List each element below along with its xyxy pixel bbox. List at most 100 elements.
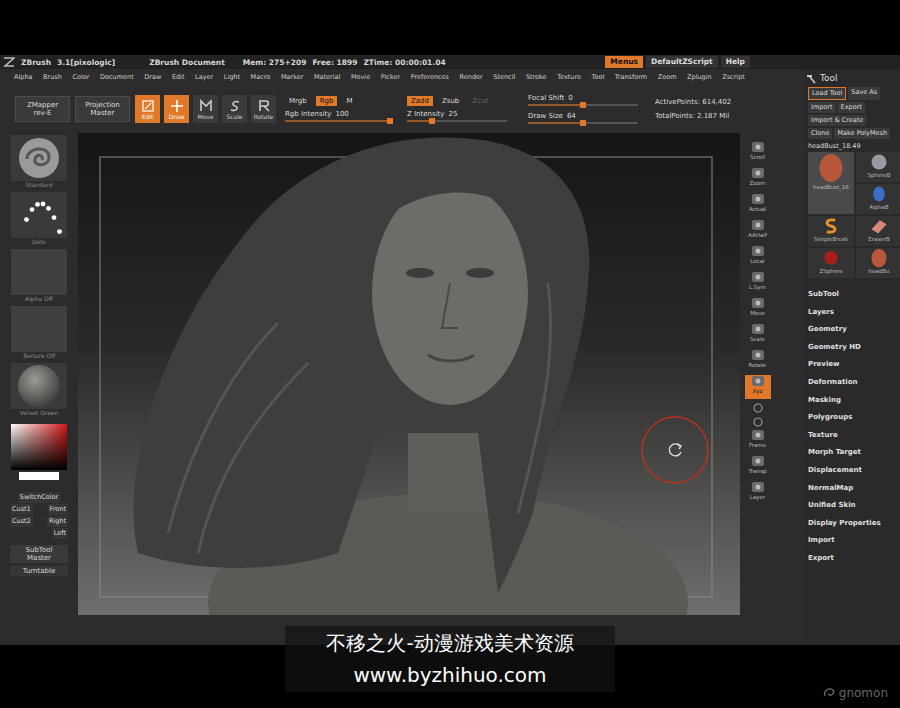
view-button[interactable]: Zoom bbox=[745, 167, 771, 191]
projection-master-button[interactable]: ProjectionMaster bbox=[75, 96, 130, 122]
view-button[interactable]: Rotate bbox=[745, 349, 771, 373]
tool-thumb[interactable]: headBu bbox=[856, 248, 900, 278]
tool-button[interactable]: Clone bbox=[808, 128, 832, 139]
z-toggle[interactable]: Zcut bbox=[468, 96, 492, 106]
tool-header[interactable]: Tool bbox=[805, 69, 900, 87]
left-thumb[interactable]: Velvet Green bbox=[11, 363, 67, 417]
view-button[interactable]: L.Sym bbox=[745, 271, 771, 295]
view-button[interactable]: Xyz bbox=[745, 375, 771, 399]
menu-item[interactable]: Marker bbox=[281, 73, 303, 81]
z-intensity-slider[interactable]: Z Intensity25 bbox=[407, 110, 507, 122]
brush-slider[interactable]: Draw Size64 bbox=[528, 112, 638, 124]
tool-thumb[interactable]: headBust_18 bbox=[808, 152, 854, 214]
menu-item[interactable]: Edit bbox=[172, 73, 185, 81]
tool-section[interactable]: Displacement bbox=[805, 462, 900, 480]
tool-section[interactable]: Geometry bbox=[805, 321, 900, 339]
left-button[interactable]: Cust2 bbox=[10, 516, 33, 527]
menu-item[interactable]: Render bbox=[460, 73, 483, 81]
mode-button[interactable]: Edit bbox=[135, 95, 160, 123]
menu-item[interactable]: Texture bbox=[557, 73, 581, 81]
title-button[interactable]: Help bbox=[721, 56, 750, 68]
rgb-toggle[interactable]: Mrgb bbox=[285, 96, 311, 106]
menu-item[interactable]: Zplugin bbox=[687, 73, 712, 81]
mode-button[interactable]: Scale bbox=[222, 95, 247, 123]
menu-item[interactable]: Stencil bbox=[493, 73, 515, 81]
tool-section[interactable]: Geometry HD bbox=[805, 339, 900, 357]
tool-button[interactable]: Make PolyMesh bbox=[834, 128, 890, 139]
title-button[interactable]: Menus bbox=[605, 56, 643, 68]
tool-button[interactable]: Save As bbox=[848, 87, 880, 100]
zmapper-button[interactable]: ZMapperrev-E bbox=[15, 96, 70, 122]
menu-item[interactable]: Light bbox=[224, 73, 240, 81]
color-picker[interactable] bbox=[10, 424, 68, 480]
menu-item[interactable]: Movie bbox=[351, 73, 370, 81]
left-thumb[interactable]: Alpha Off bbox=[11, 249, 67, 303]
menu-item[interactable]: Macro bbox=[251, 73, 271, 81]
subtool-master-button[interactable]: SubToolMaster bbox=[10, 545, 68, 563]
menu-item[interactable]: Material bbox=[314, 73, 340, 81]
tool-section[interactable]: NormalMap bbox=[805, 480, 900, 498]
view-button[interactable]: Scale bbox=[745, 323, 771, 347]
tool-section[interactable]: Deformation bbox=[805, 374, 900, 392]
tool-button[interactable]: Export bbox=[838, 102, 865, 113]
view-button[interactable]: Layer bbox=[745, 481, 771, 505]
rgb-toggle[interactable]: Rgb bbox=[316, 96, 338, 106]
left-thumb[interactable]: Standard bbox=[11, 135, 67, 189]
tool-thumb[interactable]: SimpleBrush bbox=[808, 216, 854, 246]
tool-thumb[interactable]: AlphaB bbox=[856, 184, 900, 214]
left-button[interactable]: Left bbox=[52, 528, 68, 539]
tool-section[interactable]: Import bbox=[805, 532, 900, 550]
tool-section[interactable]: Morph Target bbox=[805, 444, 900, 462]
tool-section[interactable]: SubTool bbox=[805, 286, 900, 304]
view-button[interactable]: AAHalf bbox=[745, 219, 771, 243]
menu-item[interactable]: Tool bbox=[592, 73, 605, 81]
tool-section[interactable]: Preview bbox=[805, 356, 900, 374]
turntable-button[interactable]: Turntable bbox=[10, 566, 68, 576]
view-button[interactable]: Scroll bbox=[745, 141, 771, 165]
mode-button[interactable]: Rotate bbox=[251, 95, 276, 123]
tool-button[interactable]: Import & Create bbox=[808, 115, 866, 126]
menu-item[interactable]: Picker bbox=[381, 73, 400, 81]
tool-button[interactable]: Import bbox=[808, 102, 836, 113]
tool-thumb[interactable]: ZSphere bbox=[808, 248, 854, 278]
menu-item[interactable]: Document bbox=[100, 73, 134, 81]
tool-section[interactable]: Display Properties bbox=[805, 515, 900, 533]
mode-button[interactable]: Draw bbox=[164, 95, 189, 123]
tool-section[interactable]: Masking bbox=[805, 392, 900, 410]
tool-thumb[interactable]: EraserB bbox=[856, 216, 900, 246]
view-button[interactable]: Transp bbox=[745, 455, 771, 479]
rgb-intensity-slider[interactable]: Rgb Intensity100 bbox=[285, 110, 390, 122]
brush-slider[interactable]: Focal Shift0 bbox=[528, 94, 638, 106]
left-button[interactable]: Front bbox=[48, 504, 68, 515]
z-toggle[interactable]: Zsub bbox=[438, 96, 463, 106]
left-thumb[interactable]: Dots bbox=[11, 192, 67, 246]
view-button[interactable]: Move bbox=[745, 297, 771, 321]
tool-thumb[interactable]: SphereB bbox=[856, 152, 900, 182]
viewport-canvas[interactable] bbox=[78, 133, 740, 615]
tool-section[interactable]: Texture bbox=[805, 427, 900, 445]
menu-item[interactable]: Stroke bbox=[526, 73, 547, 81]
tool-section[interactable]: Unified Skin bbox=[805, 497, 900, 515]
title-button[interactable]: DefaultZScript bbox=[646, 56, 718, 68]
menu-item[interactable]: Draw bbox=[144, 73, 161, 81]
tool-section[interactable]: Polygroups bbox=[805, 409, 900, 427]
menu-item[interactable]: Zscript bbox=[722, 73, 745, 81]
left-button[interactable]: Right bbox=[47, 516, 68, 527]
left-thumb[interactable]: Texture Off bbox=[11, 306, 67, 360]
mode-button[interactable]: Move bbox=[193, 95, 218, 123]
view-button[interactable]: Frame bbox=[745, 429, 771, 453]
menu-item[interactable]: Layer bbox=[195, 73, 213, 81]
tool-section[interactable]: Layers bbox=[805, 304, 900, 322]
menu-item[interactable]: Zoom bbox=[658, 73, 677, 81]
left-button[interactable]: Cust1 bbox=[10, 504, 33, 515]
tool-button[interactable]: Load Tool bbox=[808, 87, 846, 100]
view-button[interactable]: Local bbox=[745, 245, 771, 269]
menu-item[interactable]: Brush bbox=[43, 73, 62, 81]
view-button[interactable]: Actual bbox=[745, 193, 771, 217]
rgb-toggle[interactable]: M bbox=[342, 96, 356, 106]
menu-item[interactable]: Alpha bbox=[14, 73, 32, 81]
menu-item[interactable]: Preferences bbox=[411, 73, 449, 81]
menu-item[interactable]: Transform bbox=[615, 73, 647, 81]
left-button[interactable]: SwitchColor bbox=[18, 492, 60, 503]
z-toggle[interactable]: Zadd bbox=[407, 96, 433, 106]
